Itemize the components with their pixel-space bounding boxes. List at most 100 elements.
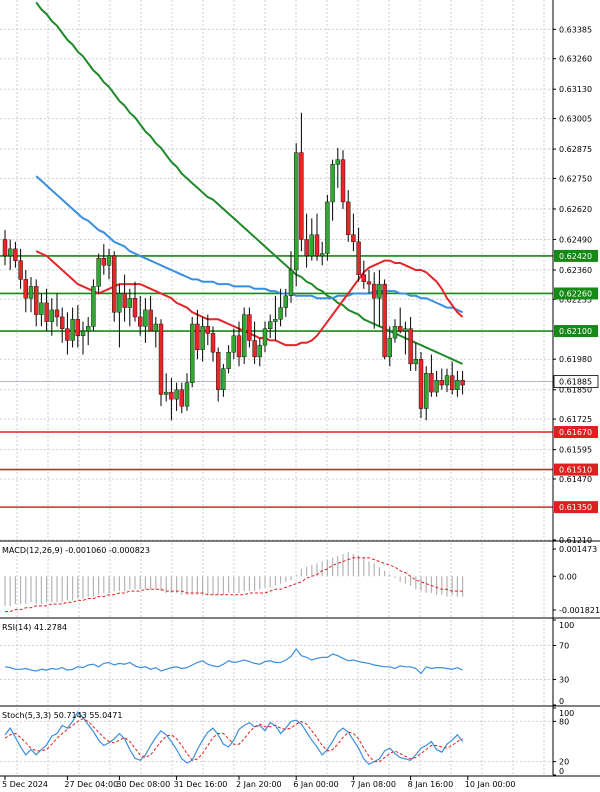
price-axis-label: 0.63130 [559, 85, 592, 94]
candle-bull [80, 330, 86, 336]
price-axis-label: 0.63005 [559, 115, 592, 124]
rsi-title: RSI(14) 41.2784 [2, 623, 67, 632]
time-axis-label: 6 Jan 00:00 [293, 780, 339, 789]
candle-bear [429, 373, 434, 393]
candle-bull [413, 359, 418, 365]
candle-bull [294, 152, 299, 271]
candle-bear [252, 340, 257, 358]
price-axis-label: 0.62360 [559, 266, 592, 275]
candle-bull [241, 314, 247, 358]
level-tag-label: 0.61670 [559, 428, 592, 437]
price-axis-label: 0.62620 [559, 205, 592, 214]
macd-panel [4, 552, 464, 612]
candle-bear [340, 159, 346, 203]
candle-bull [226, 351, 231, 369]
candle-bull [163, 391, 169, 395]
candle-bull [377, 283, 382, 299]
time-axis-label: 27 Dec 04:00 [64, 780, 118, 789]
candle-bull [7, 248, 13, 257]
candle-bull [85, 326, 91, 332]
candle-bear [195, 323, 200, 351]
rsi-axis-label: 0 [559, 697, 564, 706]
candle-bear [169, 391, 174, 400]
level-tag-label: 0.62420 [559, 252, 592, 261]
candle-bull [200, 326, 205, 351]
candle-bear [418, 359, 424, 409]
level-tag-label: 0.61510 [559, 466, 592, 475]
candle-bull [96, 258, 101, 287]
candle-bull [325, 201, 330, 254]
candle-bull [288, 269, 294, 297]
candle-bear [372, 283, 377, 299]
candle-bear [60, 316, 65, 329]
candle-bear [13, 248, 18, 261]
candle-bull [49, 309, 54, 322]
candle-bull [444, 375, 450, 386]
candle-bear [366, 281, 372, 285]
candle-bear [356, 241, 361, 275]
candle-bear [158, 323, 164, 395]
candle-bear [236, 335, 242, 358]
price-axis-label: 0.62490 [559, 235, 592, 244]
candle-bear [361, 274, 366, 282]
time-axis-label: 2 Jan 20:00 [236, 780, 282, 789]
candle-bear [351, 234, 356, 243]
candle-bull [91, 286, 96, 327]
time-axis-label: 30 Dec 08:00 [116, 780, 170, 789]
rsi-panel [0, 645, 553, 680]
candle-bull [153, 323, 159, 332]
macd-title: MACD(12,26,9) -0.001060 -0.000823 [2, 546, 150, 555]
price-axis-label: 0.61470 [559, 475, 592, 484]
candle-bull [39, 302, 44, 315]
candle-bull [174, 389, 179, 400]
candle-bear [148, 309, 153, 332]
candle-bull [221, 368, 226, 390]
candle-bull [273, 319, 278, 322]
stoch-axis-label: 0 [559, 767, 564, 776]
horizontal-levels [0, 255, 553, 508]
candle-bull [106, 255, 112, 266]
candle-bear [137, 316, 143, 327]
candle-bull [424, 373, 429, 409]
macd-axis-label: -0.001821 [559, 606, 600, 615]
candle-bear [23, 279, 28, 299]
stoch-title: Stoch(5,3,3) 50.7143 55.0471 [2, 711, 122, 720]
level-tag-label: 0.62260 [559, 289, 592, 298]
candle-bear [132, 297, 138, 318]
candle-bull [189, 323, 195, 383]
price-axis-label: 0.63385 [559, 25, 592, 34]
rsi-axis-label: 70 [559, 642, 569, 651]
candle-bear [65, 328, 70, 341]
level-tag-label: 0.61350 [559, 503, 592, 512]
forex-chart[interactable]: 0.63385 0.63260 0.63130 0.63005 0.62875 0.627… [0, 0, 600, 792]
price-axis-label: 0.62875 [559, 145, 592, 154]
candle-bull [278, 307, 283, 320]
candle-bear [111, 255, 117, 313]
candle-bull [392, 326, 398, 339]
candle-bull [455, 380, 460, 390]
candle-bear [299, 152, 304, 240]
candle-bull [143, 309, 148, 327]
time-axis-label: 7 Jan 08:00 [350, 780, 396, 789]
rsi-axis-label: 30 [559, 676, 569, 685]
current-price-label: 0.61885 [559, 378, 592, 387]
candle-bull [320, 253, 325, 257]
time-axis-label: 8 Jan 16:00 [408, 780, 454, 789]
candle-bear [54, 309, 60, 318]
candle-bear [210, 333, 216, 353]
candle-bull [184, 382, 190, 407]
candle-bull [262, 328, 268, 346]
price-axis-label: 0.61980 [559, 355, 592, 364]
candle-bull [28, 286, 34, 299]
candle-bear [314, 234, 320, 257]
candle-bear [101, 258, 107, 266]
macd-axis-label: 0.001473 [559, 545, 597, 554]
candle-bear [247, 314, 252, 341]
candle-bull [387, 337, 392, 358]
level-tag-label: 0.62100 [559, 327, 592, 336]
rsi-axis-label: 100 [559, 621, 574, 630]
candle-bull [231, 335, 237, 353]
candle-bear [398, 326, 403, 332]
candle-bear [18, 260, 23, 280]
candle-bull [268, 321, 273, 329]
